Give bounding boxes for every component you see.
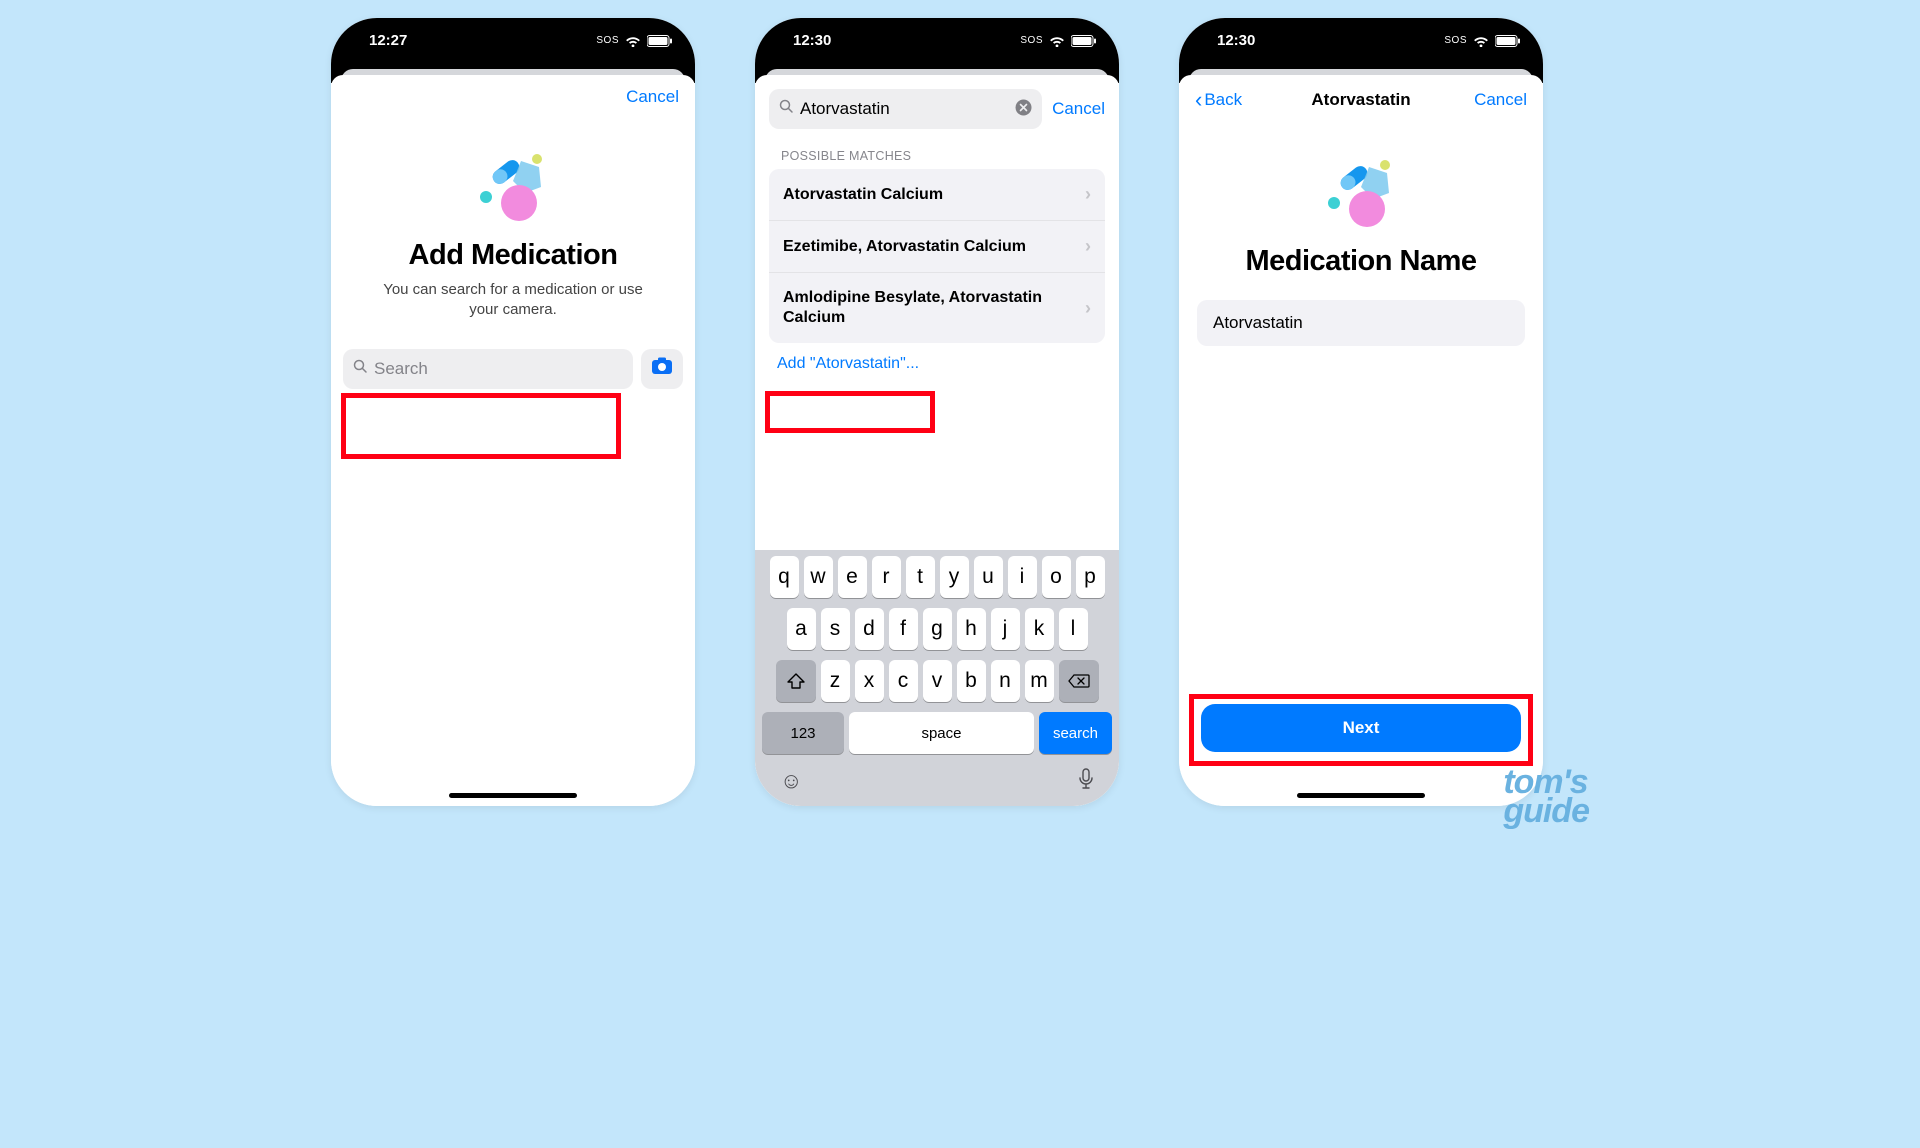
cancel-button[interactable]: Cancel [619, 87, 679, 107]
result-label: Atorvastatin Calcium [783, 185, 951, 205]
clock: 12:30 [1217, 32, 1255, 49]
key-n[interactable]: n [991, 660, 1020, 702]
key-w[interactable]: w [804, 556, 833, 598]
key-c[interactable]: c [889, 660, 918, 702]
status-bar: 12:30 SOS [755, 18, 1119, 63]
result-label: Amlodipine Besylate, Atorvastatin Calciu… [783, 288, 1085, 328]
annotation-highlight [765, 391, 935, 433]
key-k[interactable]: k [1025, 608, 1054, 650]
search-value: Atorvastatin [800, 99, 1009, 119]
wifi-icon [1473, 35, 1489, 47]
key-u[interactable]: u [974, 556, 1003, 598]
key-a[interactable]: a [787, 608, 816, 650]
camera-button[interactable] [641, 349, 683, 389]
section-header: POSSIBLE MATCHES [755, 135, 1119, 169]
sos-indicator: SOS [1444, 35, 1467, 46]
result-label: Ezetimibe, Atorvastatin Calcium [783, 237, 1034, 257]
search-result-item[interactable]: Ezetimibe, Atorvastatin Calcium › [769, 221, 1105, 273]
key-q[interactable]: q [770, 556, 799, 598]
search-result-item[interactable]: Amlodipine Besylate, Atorvastatin Calciu… [769, 273, 1105, 343]
key-g[interactable]: g [923, 608, 952, 650]
key-y[interactable]: y [940, 556, 969, 598]
medication-illustration-icon [1203, 157, 1519, 235]
chevron-right-icon: › [1085, 298, 1091, 319]
key-z[interactable]: z [821, 660, 850, 702]
key-l[interactable]: l [1059, 608, 1088, 650]
back-button[interactable]: ‹ Back [1195, 87, 1255, 113]
page-heading: Add Medication [355, 239, 671, 272]
key-t[interactable]: t [906, 556, 935, 598]
space-key[interactable]: space [849, 712, 1034, 754]
clock: 12:30 [793, 32, 831, 49]
screen-1-add-medication: 12:27 SOS Cancel [331, 18, 695, 806]
clock: 12:27 [369, 32, 407, 49]
chevron-right-icon: › [1085, 236, 1091, 257]
sos-indicator: SOS [596, 35, 619, 46]
key-d[interactable]: d [855, 608, 884, 650]
shift-key[interactable] [776, 660, 816, 702]
emoji-key[interactable]: ☺ [780, 768, 802, 796]
search-input[interactable]: Search [343, 349, 633, 389]
key-x[interactable]: x [855, 660, 884, 702]
clear-search-button[interactable] [1015, 99, 1032, 120]
add-custom-button[interactable]: Add "Atorvastatin"... [755, 343, 1119, 373]
search-result-item[interactable]: Atorvastatin Calcium › [769, 169, 1105, 221]
wifi-icon [1049, 35, 1065, 47]
key-h[interactable]: h [957, 608, 986, 650]
key-f[interactable]: f [889, 608, 918, 650]
medication-illustration-icon [355, 151, 671, 229]
key-s[interactable]: s [821, 608, 850, 650]
sos-indicator: SOS [1020, 35, 1043, 46]
key-v[interactable]: v [923, 660, 952, 702]
cancel-button[interactable]: Cancel [1467, 90, 1527, 110]
keyboard: qwertyuiop asdfghjkl zxcvbnm 123 space s… [755, 550, 1119, 806]
battery-icon [647, 35, 673, 47]
page-subtext: You can search for a medication or use y… [355, 280, 671, 321]
annotation-highlight [341, 393, 621, 459]
search-placeholder: Search [374, 359, 428, 379]
key-m[interactable]: m [1025, 660, 1054, 702]
watermark-line2: guide [1503, 797, 1589, 826]
search-input[interactable]: Atorvastatin [769, 89, 1042, 129]
watermark-logo: tom's guide [1503, 768, 1589, 826]
microphone-key[interactable] [1078, 768, 1094, 796]
next-button[interactable]: Next [1201, 704, 1521, 752]
camera-icon [651, 357, 673, 380]
back-label: Back [1204, 90, 1242, 110]
status-bar: 12:27 SOS [331, 18, 695, 63]
status-bar: 12:30 SOS [1179, 18, 1543, 63]
home-indicator[interactable] [449, 793, 577, 798]
battery-icon [1495, 35, 1521, 47]
home-indicator[interactable] [1297, 793, 1425, 798]
search-key[interactable]: search [1039, 712, 1112, 754]
key-o[interactable]: o [1042, 556, 1071, 598]
medication-name-field[interactable]: Atorvastatin [1197, 300, 1525, 346]
nav-title: Atorvastatin [1255, 90, 1467, 110]
search-results-list: Atorvastatin Calcium › Ezetimibe, Atorva… [769, 169, 1105, 343]
chevron-left-icon: ‹ [1195, 87, 1202, 113]
key-j[interactable]: j [991, 608, 1020, 650]
screen-3-medication-name: 12:30 SOS ‹ Back Atorvastatin Cancel [1179, 18, 1543, 806]
battery-icon [1071, 35, 1097, 47]
screen-2-search-results: 12:30 SOS Atorvastatin Cancel POSSIBLE M… [755, 18, 1119, 806]
numbers-key[interactable]: 123 [762, 712, 844, 754]
key-i[interactable]: i [1008, 556, 1037, 598]
chevron-right-icon: › [1085, 184, 1091, 205]
key-b[interactable]: b [957, 660, 986, 702]
search-icon [779, 99, 794, 119]
key-r[interactable]: r [872, 556, 901, 598]
page-heading: Medication Name [1203, 245, 1519, 278]
wifi-icon [625, 35, 641, 47]
key-p[interactable]: p [1076, 556, 1105, 598]
key-e[interactable]: e [838, 556, 867, 598]
cancel-button[interactable]: Cancel [1052, 99, 1105, 119]
search-icon [353, 359, 368, 379]
backspace-key[interactable] [1059, 660, 1099, 702]
